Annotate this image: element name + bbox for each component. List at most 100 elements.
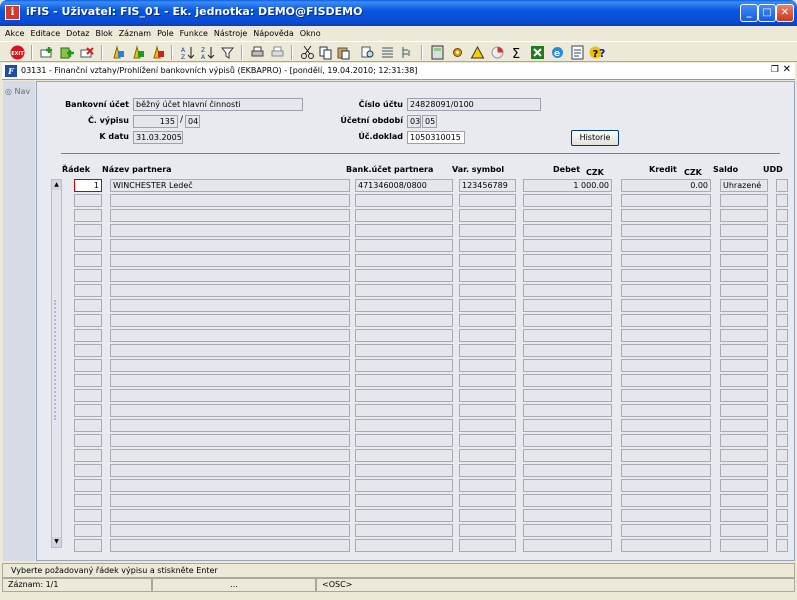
cell-radek[interactable] [74, 509, 102, 522]
cell-kredit[interactable] [621, 419, 711, 432]
ucetni-obdobi-year-field[interactable]: 03 [407, 115, 421, 128]
cell-var-symbol[interactable] [459, 539, 516, 552]
cell-radek[interactable] [74, 479, 102, 492]
cell-bank-ucet[interactable] [355, 314, 453, 327]
table-row[interactable] [65, 284, 788, 299]
cell-bank-ucet[interactable] [355, 419, 453, 432]
cell-saldo[interactable] [720, 299, 768, 312]
cell-nazev-partnera[interactable] [110, 494, 350, 507]
table-row[interactable] [65, 509, 788, 524]
cell-radek[interactable] [74, 524, 102, 537]
cut-icon[interactable] [300, 45, 315, 60]
cell-nazev-partnera[interactable] [110, 209, 350, 222]
cell-bank-ucet[interactable] [355, 329, 453, 342]
table-row[interactable] [65, 269, 788, 284]
cell-saldo[interactable] [720, 224, 768, 237]
cell-radek[interactable] [74, 194, 102, 207]
calculator-icon[interactable] [430, 45, 445, 60]
cell-debet[interactable] [523, 479, 612, 492]
cell-kredit[interactable] [621, 494, 711, 507]
cell-nazev-partnera[interactable] [110, 284, 350, 297]
cell-udd[interactable] [776, 494, 788, 507]
table-row[interactable] [65, 209, 788, 224]
cell-nazev-partnera[interactable] [110, 254, 350, 267]
cell-bank-ucet[interactable] [355, 539, 453, 552]
menu-item-2[interactable]: Editace [27, 26, 63, 41]
cell-udd[interactable] [776, 374, 788, 387]
cell-debet[interactable] [523, 509, 612, 522]
table-row[interactable] [65, 539, 788, 554]
cell-bank-ucet[interactable] [355, 209, 453, 222]
table-row[interactable] [65, 419, 788, 434]
close-button[interactable]: ✕ [776, 4, 794, 22]
cell-kredit[interactable] [621, 479, 711, 492]
nav-toggle[interactable]: ◎ Nav [5, 87, 30, 96]
cell-radek[interactable] [74, 389, 102, 402]
cell-radek[interactable] [74, 374, 102, 387]
menu-item-1[interactable]: Akce [0, 26, 27, 41]
menu-item-9[interactable]: Nápověda [250, 26, 297, 41]
exit-icon[interactable]: EXIT [10, 45, 25, 60]
cell-radek[interactable] [74, 464, 102, 477]
cell-radek[interactable] [74, 254, 102, 267]
cell-udd[interactable] [776, 344, 788, 357]
cell-udd[interactable] [776, 434, 788, 447]
table-row[interactable] [65, 434, 788, 449]
cell-bank-ucet[interactable] [355, 404, 453, 417]
cell-udd[interactable] [776, 449, 788, 462]
cell-debet[interactable] [523, 494, 612, 507]
sum-icon[interactable]: Σ [510, 45, 525, 62]
menu-item-7[interactable]: Funkce [177, 26, 211, 41]
cell-debet[interactable] [523, 329, 612, 342]
cell-saldo[interactable] [720, 494, 768, 507]
cell-radek[interactable] [74, 449, 102, 462]
cell-udd[interactable] [776, 284, 788, 297]
cell-var-symbol[interactable] [459, 284, 516, 297]
cell-nazev-partnera[interactable] [110, 404, 350, 417]
document-close-button[interactable]: ✕ [783, 64, 791, 75]
cell-nazev-partnera[interactable] [110, 224, 350, 237]
cell-nazev-partnera[interactable] [110, 449, 350, 462]
cell-nazev-partnera[interactable] [110, 509, 350, 522]
cell-var-symbol[interactable] [459, 509, 516, 522]
cell-radek[interactable] [74, 359, 102, 372]
cell-bank-ucet[interactable] [355, 389, 453, 402]
cell-kredit[interactable] [621, 404, 711, 417]
cell-bank-ucet[interactable] [355, 524, 453, 537]
cell-var-symbol[interactable] [459, 374, 516, 387]
excel-icon[interactable] [530, 45, 545, 60]
bankovni-ucet-field[interactable]: běžný účet hlavní činnosti [133, 98, 303, 111]
cell-kredit[interactable] [621, 464, 711, 477]
delete-record-icon[interactable] [80, 45, 95, 60]
cell-debet[interactable] [523, 254, 612, 267]
cell-saldo[interactable] [720, 539, 768, 552]
cell-saldo[interactable] [720, 449, 768, 462]
cell-debet[interactable] [523, 434, 612, 447]
copy-icon[interactable] [318, 45, 333, 60]
cell-debet[interactable] [523, 539, 612, 552]
enter-query-icon[interactable] [110, 45, 125, 60]
cell-var-symbol[interactable] [459, 479, 516, 492]
table-row[interactable] [65, 374, 788, 389]
cell-radek[interactable] [74, 269, 102, 282]
cislo-uctu-field[interactable]: 24828091/0100 [407, 98, 541, 111]
cell-udd[interactable] [776, 419, 788, 432]
cell-var-symbol[interactable] [459, 419, 516, 432]
table-row[interactable] [65, 359, 788, 374]
cell-radek[interactable] [74, 494, 102, 507]
insert-record-icon[interactable] [60, 45, 75, 60]
cell-var-symbol[interactable] [459, 404, 516, 417]
table-row[interactable] [65, 479, 788, 494]
cell-nazev-partnera[interactable] [110, 419, 350, 432]
cell-radek[interactable] [74, 344, 102, 357]
sort-asc-icon[interactable]: AZ [180, 45, 195, 61]
print-setup-icon[interactable] [270, 45, 285, 60]
cell-nazev-partnera[interactable] [110, 479, 350, 492]
cell-bank-ucet[interactable] [355, 224, 453, 237]
cell-udd[interactable] [776, 479, 788, 492]
table-row[interactable]: 1 WINCHESTER Ledeč 471346008/0800 123456789… [65, 179, 788, 194]
cell-udd[interactable] [776, 539, 788, 552]
new-record-icon[interactable] [40, 45, 55, 60]
cell-saldo[interactable] [720, 269, 768, 282]
cell-kredit[interactable] [621, 434, 711, 447]
